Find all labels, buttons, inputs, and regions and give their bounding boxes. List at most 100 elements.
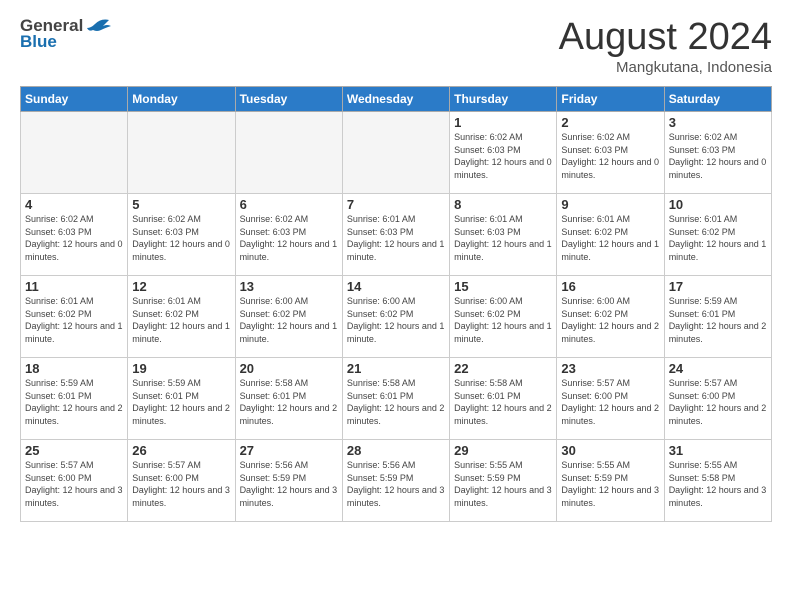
- day-number: 26: [132, 443, 230, 458]
- calendar-cell: [21, 112, 128, 194]
- day-info: Sunrise: 6:02 AMSunset: 6:03 PMDaylight:…: [454, 131, 552, 181]
- calendar-cell: 21Sunrise: 5:58 AMSunset: 6:01 PMDayligh…: [342, 358, 449, 440]
- day-header-wednesday: Wednesday: [342, 87, 449, 112]
- day-number: 20: [240, 361, 338, 376]
- day-info: Sunrise: 5:57 AMSunset: 6:00 PMDaylight:…: [561, 377, 659, 427]
- calendar-cell: 9Sunrise: 6:01 AMSunset: 6:02 PMDaylight…: [557, 194, 664, 276]
- day-number: 30: [561, 443, 659, 458]
- logo-bird-icon: [85, 16, 111, 36]
- calendar-cell: 30Sunrise: 5:55 AMSunset: 5:59 PMDayligh…: [557, 440, 664, 522]
- day-info: Sunrise: 6:01 AMSunset: 6:03 PMDaylight:…: [347, 213, 445, 263]
- day-info: Sunrise: 5:55 AMSunset: 5:59 PMDaylight:…: [454, 459, 552, 509]
- day-number: 4: [25, 197, 123, 212]
- calendar-cell: [235, 112, 342, 194]
- calendar-cell: 25Sunrise: 5:57 AMSunset: 6:00 PMDayligh…: [21, 440, 128, 522]
- day-number: 5: [132, 197, 230, 212]
- logo-blue-text: Blue: [20, 32, 57, 52]
- day-number: 3: [669, 115, 767, 130]
- day-info: Sunrise: 5:57 AMSunset: 6:00 PMDaylight:…: [669, 377, 767, 427]
- title-block: August 2024 Mangkutana, Indonesia: [559, 16, 772, 76]
- calendar-cell: 18Sunrise: 5:59 AMSunset: 6:01 PMDayligh…: [21, 358, 128, 440]
- calendar-week-row: 4Sunrise: 6:02 AMSunset: 6:03 PMDaylight…: [21, 194, 772, 276]
- day-number: 9: [561, 197, 659, 212]
- calendar-week-row: 11Sunrise: 6:01 AMSunset: 6:02 PMDayligh…: [21, 276, 772, 358]
- calendar-cell: 22Sunrise: 5:58 AMSunset: 6:01 PMDayligh…: [450, 358, 557, 440]
- day-number: 28: [347, 443, 445, 458]
- day-number: 1: [454, 115, 552, 130]
- day-info: Sunrise: 6:02 AMSunset: 6:03 PMDaylight:…: [25, 213, 123, 263]
- logo: General Blue: [20, 16, 111, 52]
- calendar-cell: 19Sunrise: 5:59 AMSunset: 6:01 PMDayligh…: [128, 358, 235, 440]
- day-number: 8: [454, 197, 552, 212]
- day-number: 10: [669, 197, 767, 212]
- calendar-cell: 7Sunrise: 6:01 AMSunset: 6:03 PMDaylight…: [342, 194, 449, 276]
- day-number: 29: [454, 443, 552, 458]
- calendar-cell: 15Sunrise: 6:00 AMSunset: 6:02 PMDayligh…: [450, 276, 557, 358]
- day-number: 17: [669, 279, 767, 294]
- calendar-cell: 5Sunrise: 6:02 AMSunset: 6:03 PMDaylight…: [128, 194, 235, 276]
- calendar-cell: 10Sunrise: 6:01 AMSunset: 6:02 PMDayligh…: [664, 194, 771, 276]
- day-number: 6: [240, 197, 338, 212]
- day-number: 7: [347, 197, 445, 212]
- calendar-cell: 12Sunrise: 6:01 AMSunset: 6:02 PMDayligh…: [128, 276, 235, 358]
- day-info: Sunrise: 6:01 AMSunset: 6:02 PMDaylight:…: [132, 295, 230, 345]
- calendar-cell: 24Sunrise: 5:57 AMSunset: 6:00 PMDayligh…: [664, 358, 771, 440]
- day-number: 22: [454, 361, 552, 376]
- calendar-cell: 4Sunrise: 6:02 AMSunset: 6:03 PMDaylight…: [21, 194, 128, 276]
- day-info: Sunrise: 5:59 AMSunset: 6:01 PMDaylight:…: [25, 377, 123, 427]
- day-header-saturday: Saturday: [664, 87, 771, 112]
- day-info: Sunrise: 5:59 AMSunset: 6:01 PMDaylight:…: [669, 295, 767, 345]
- calendar-cell: 31Sunrise: 5:55 AMSunset: 5:58 PMDayligh…: [664, 440, 771, 522]
- day-number: 16: [561, 279, 659, 294]
- day-header-monday: Monday: [128, 87, 235, 112]
- calendar-cell: 23Sunrise: 5:57 AMSunset: 6:00 PMDayligh…: [557, 358, 664, 440]
- day-info: Sunrise: 5:57 AMSunset: 6:00 PMDaylight:…: [132, 459, 230, 509]
- calendar-cell: 1Sunrise: 6:02 AMSunset: 6:03 PMDaylight…: [450, 112, 557, 194]
- day-info: Sunrise: 6:00 AMSunset: 6:02 PMDaylight:…: [561, 295, 659, 345]
- calendar-cell: 8Sunrise: 6:01 AMSunset: 6:03 PMDaylight…: [450, 194, 557, 276]
- day-info: Sunrise: 5:58 AMSunset: 6:01 PMDaylight:…: [240, 377, 338, 427]
- calendar-week-row: 25Sunrise: 5:57 AMSunset: 6:00 PMDayligh…: [21, 440, 772, 522]
- day-info: Sunrise: 6:01 AMSunset: 6:02 PMDaylight:…: [25, 295, 123, 345]
- day-info: Sunrise: 6:02 AMSunset: 6:03 PMDaylight:…: [561, 131, 659, 181]
- day-info: Sunrise: 5:56 AMSunset: 5:59 PMDaylight:…: [240, 459, 338, 509]
- calendar-cell: 20Sunrise: 5:58 AMSunset: 6:01 PMDayligh…: [235, 358, 342, 440]
- calendar-cell: 29Sunrise: 5:55 AMSunset: 5:59 PMDayligh…: [450, 440, 557, 522]
- day-number: 19: [132, 361, 230, 376]
- calendar-cell: 17Sunrise: 5:59 AMSunset: 6:01 PMDayligh…: [664, 276, 771, 358]
- day-header-tuesday: Tuesday: [235, 87, 342, 112]
- calendar-cell: 16Sunrise: 6:00 AMSunset: 6:02 PMDayligh…: [557, 276, 664, 358]
- day-info: Sunrise: 6:02 AMSunset: 6:03 PMDaylight:…: [669, 131, 767, 181]
- calendar-cell: 11Sunrise: 6:01 AMSunset: 6:02 PMDayligh…: [21, 276, 128, 358]
- day-info: Sunrise: 5:57 AMSunset: 6:00 PMDaylight:…: [25, 459, 123, 509]
- day-info: Sunrise: 6:00 AMSunset: 6:02 PMDaylight:…: [240, 295, 338, 345]
- location-title: Mangkutana, Indonesia: [559, 59, 772, 76]
- calendar-cell: 3Sunrise: 6:02 AMSunset: 6:03 PMDaylight…: [664, 112, 771, 194]
- day-info: Sunrise: 6:02 AMSunset: 6:03 PMDaylight:…: [240, 213, 338, 263]
- calendar-cell: 14Sunrise: 6:00 AMSunset: 6:02 PMDayligh…: [342, 276, 449, 358]
- day-header-sunday: Sunday: [21, 87, 128, 112]
- day-info: Sunrise: 5:55 AMSunset: 5:58 PMDaylight:…: [669, 459, 767, 509]
- day-number: 15: [454, 279, 552, 294]
- day-info: Sunrise: 5:58 AMSunset: 6:01 PMDaylight:…: [454, 377, 552, 427]
- day-number: 12: [132, 279, 230, 294]
- day-number: 2: [561, 115, 659, 130]
- day-info: Sunrise: 6:00 AMSunset: 6:02 PMDaylight:…: [347, 295, 445, 345]
- calendar-week-row: 1Sunrise: 6:02 AMSunset: 6:03 PMDaylight…: [21, 112, 772, 194]
- day-info: Sunrise: 5:56 AMSunset: 5:59 PMDaylight:…: [347, 459, 445, 509]
- day-number: 27: [240, 443, 338, 458]
- day-info: Sunrise: 6:01 AMSunset: 6:02 PMDaylight:…: [669, 213, 767, 263]
- calendar-cell: 26Sunrise: 5:57 AMSunset: 6:00 PMDayligh…: [128, 440, 235, 522]
- day-number: 23: [561, 361, 659, 376]
- calendar-cell: [128, 112, 235, 194]
- calendar-cell: 27Sunrise: 5:56 AMSunset: 5:59 PMDayligh…: [235, 440, 342, 522]
- calendar-cell: [342, 112, 449, 194]
- header: General Blue August 2024 Mangkutana, Ind…: [20, 16, 772, 76]
- day-info: Sunrise: 5:59 AMSunset: 6:01 PMDaylight:…: [132, 377, 230, 427]
- month-title: August 2024: [559, 16, 772, 59]
- page-container: General Blue August 2024 Mangkutana, Ind…: [0, 0, 792, 532]
- day-info: Sunrise: 6:02 AMSunset: 6:03 PMDaylight:…: [132, 213, 230, 263]
- calendar-cell: 6Sunrise: 6:02 AMSunset: 6:03 PMDaylight…: [235, 194, 342, 276]
- calendar-header-row: SundayMondayTuesdayWednesdayThursdayFrid…: [21, 87, 772, 112]
- day-number: 25: [25, 443, 123, 458]
